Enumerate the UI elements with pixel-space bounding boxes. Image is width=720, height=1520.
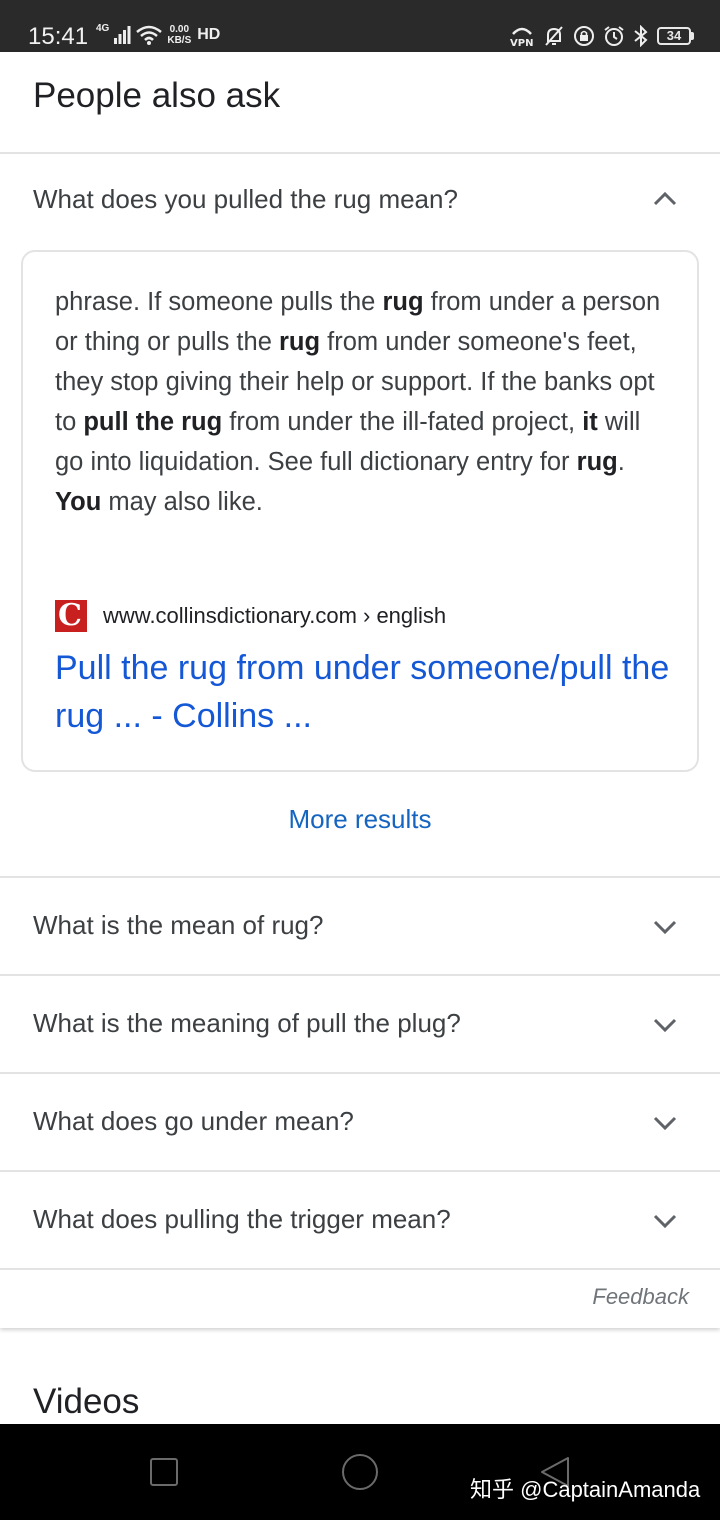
question-text: What is the meaning of pull the plug?	[33, 1008, 461, 1038]
navigation-bar: 知乎 @CaptainAmanda	[0, 1424, 720, 1520]
signal-icon	[114, 26, 131, 44]
result-link[interactable]: Pull the rug from under someone/pull the…	[55, 644, 675, 740]
question-item[interactable]: What is the meaning of pull the plug?	[0, 976, 720, 1072]
chevron-down-icon[interactable]	[652, 914, 678, 940]
question-text: What does pulling the trigger mean?	[33, 1204, 451, 1234]
question-item[interactable]: What does pulling the trigger mean?	[0, 1172, 720, 1268]
collins-logo-icon: C	[55, 600, 87, 632]
answer-snippet: phrase. If someone pulls the rug from un…	[55, 288, 661, 516]
question-item[interactable]: What is the mean of rug?	[0, 878, 720, 974]
question-text: What does go under mean?	[33, 1106, 354, 1136]
speed-value: 0.00	[169, 24, 190, 35]
feedback-link[interactable]: Feedback	[592, 1284, 689, 1310]
answer-box: phrase. If someone pulls the rug from un…	[21, 250, 699, 772]
wifi-icon	[136, 25, 163, 45]
videos-title: Videos	[33, 1382, 140, 1421]
question-item[interactable]: What does go under mean?	[0, 1074, 720, 1170]
status-left-icons: 4G 0.00 KB/S HD	[96, 23, 221, 47]
people-also-ask-card: People also ask What does you pulled the…	[0, 52, 720, 1328]
bell-off-icon	[545, 26, 563, 46]
recents-button[interactable]	[150, 1458, 178, 1486]
chevron-down-icon[interactable]	[652, 1208, 678, 1234]
speed-unit: KB/S	[167, 35, 192, 46]
divider	[0, 1268, 720, 1270]
hd-badge: HD	[197, 26, 221, 43]
battery-level: 34	[657, 27, 691, 45]
rotation-lock-icon	[574, 26, 594, 46]
alarm-icon	[604, 26, 624, 46]
vpn-icon: VPN	[510, 27, 533, 48]
source-url: www.collinsdictionary.com › english	[103, 603, 447, 628]
battery-icon: 34	[657, 27, 694, 45]
status-right-icons: VPN 34	[509, 24, 694, 48]
status-time: 15:41	[28, 23, 89, 50]
question-text: What does you pulled the rug mean?	[33, 184, 458, 214]
watermark-text: 知乎 @CaptainAmanda	[470, 1477, 701, 1502]
chevron-up-icon[interactable]	[652, 186, 678, 212]
network-speed: 0.00 KB/S	[167, 24, 191, 46]
chevron-down-icon[interactable]	[652, 1110, 678, 1136]
people-also-ask-title: People also ask	[33, 76, 281, 115]
chevron-down-icon[interactable]	[652, 1012, 678, 1038]
more-results-button[interactable]: More results	[0, 804, 720, 835]
videos-section: Videos	[0, 1346, 720, 1426]
network-type: 4G	[96, 23, 110, 34]
question-expanded[interactable]: What does you pulled the rug mean?	[0, 154, 720, 250]
source-row[interactable]: C www.collinsdictionary.com › english	[55, 600, 446, 632]
bluetooth-icon	[634, 25, 648, 47]
svg-text:VPN: VPN	[510, 38, 533, 48]
home-button[interactable]	[342, 1454, 378, 1490]
status-bar: 15:41 4G 0.00 KB/S HD VPN 34	[0, 0, 720, 52]
favicon-letter: C	[58, 598, 82, 633]
question-text: What is the mean of rug?	[33, 910, 324, 940]
